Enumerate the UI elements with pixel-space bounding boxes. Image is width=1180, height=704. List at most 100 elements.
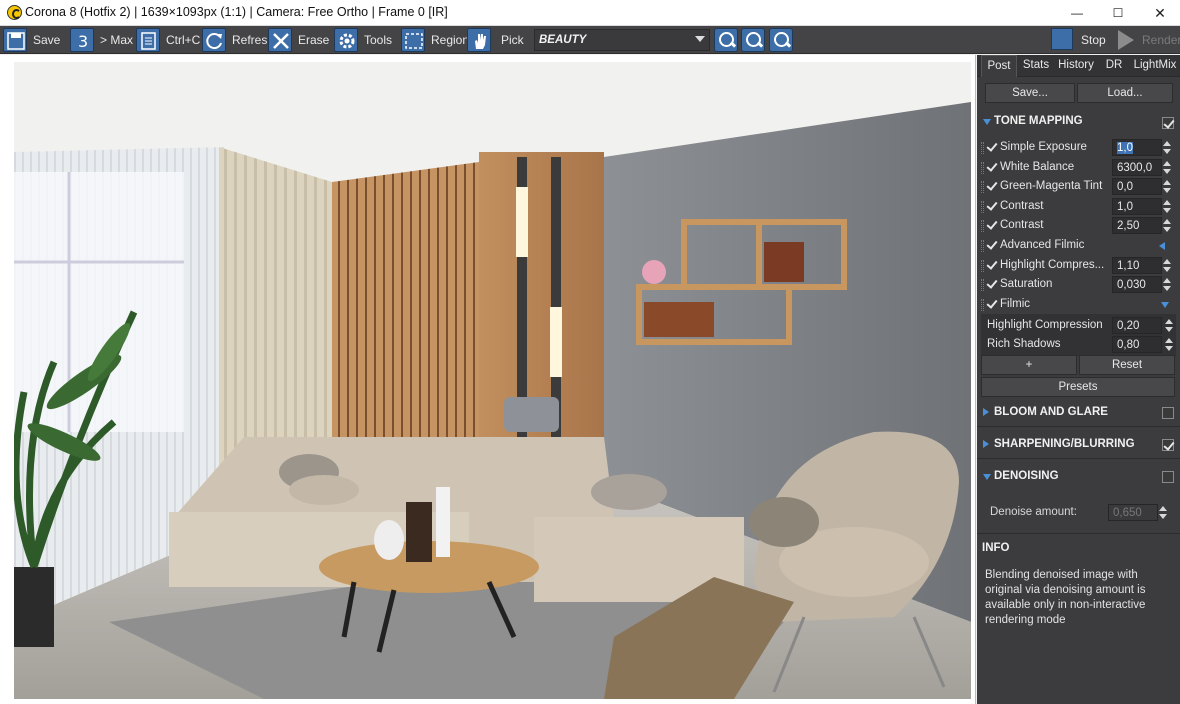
operator-value-input[interactable]: 0,0 [1112, 178, 1162, 195]
render-viewport[interactable] [0, 55, 976, 704]
tab-lightmix[interactable]: LightMix [1131, 55, 1179, 77]
operator-checkbox[interactable] [987, 240, 997, 250]
drag-handle-icon[interactable] [981, 299, 984, 311]
spinner-arrows-icon[interactable] [1162, 258, 1172, 274]
drag-handle-icon[interactable] [981, 162, 984, 174]
tab-dr[interactable]: DR [1097, 55, 1131, 77]
operator-value-input[interactable]: 0,030 [1112, 276, 1162, 293]
highlight-compression-input[interactable]: 0,20 [1112, 317, 1162, 334]
rich-shadows-row: Rich Shadows 0,80 [987, 336, 1177, 354]
save-button[interactable]: Save [3, 26, 60, 54]
render-button[interactable]: Render [1142, 26, 1180, 54]
load-settings-button[interactable]: Load... [1077, 83, 1173, 103]
filmic-settings: Highlight Compression 0,20 Rich Shadows … [981, 314, 1176, 356]
spinner-arrows-icon[interactable] [1158, 505, 1168, 521]
operator-label: Contrast [1000, 200, 1044, 212]
drag-handle-icon[interactable] [981, 279, 984, 291]
spinner-arrows-icon[interactable] [1162, 199, 1172, 215]
max-button[interactable]: 3 > Max [70, 26, 133, 54]
tone-mapping-row: Simple Exposure 1,0 [981, 139, 1176, 157]
spinner-arrows-icon[interactable] [1162, 179, 1172, 195]
zoom-in-icon[interactable] [714, 28, 738, 52]
operator-value-input[interactable]: 1,0 [1112, 198, 1162, 215]
operator-checkbox[interactable] [987, 142, 997, 152]
post-panel: Post Stats History DR LightMix Save... L… [977, 55, 1180, 704]
operator-checkbox[interactable] [987, 181, 997, 191]
drag-handle-icon[interactable] [981, 240, 984, 252]
operator-label: Advanced Filmic [1000, 239, 1085, 251]
bloom-glare-checkbox[interactable] [1162, 407, 1174, 419]
window-title: Corona 8 (Hotfix 2) | 1639×1093px (1:1) … [25, 5, 448, 19]
operator-checkbox[interactable] [987, 260, 997, 270]
drag-handle-icon[interactable] [981, 142, 984, 154]
expand-icon[interactable] [1159, 242, 1165, 250]
svg-text:3: 3 [78, 32, 88, 51]
tone-mapping-checkbox[interactable] [1162, 117, 1174, 129]
spinner-arrows-icon[interactable] [1164, 318, 1174, 334]
sharpening-header[interactable]: SHARPENING/BLURRING [981, 437, 1176, 455]
info-text: Blending denoised image with original vi… [985, 569, 1146, 626]
add-operator-button[interactable]: + [981, 355, 1077, 375]
tools-button[interactable]: Tools [334, 26, 392, 54]
operator-checkbox[interactable] [987, 279, 997, 289]
sharpening-checkbox[interactable] [1162, 439, 1174, 451]
minimize-button[interactable]: — [1054, 0, 1100, 26]
operator-label: White Balance [1000, 161, 1075, 173]
pick-button[interactable]: Pick [467, 26, 524, 54]
tab-stats[interactable]: Stats [1017, 55, 1055, 77]
operator-checkbox[interactable] [987, 162, 997, 172]
zoom-fit-icon[interactable] [769, 28, 793, 52]
collapse-icon[interactable] [1161, 302, 1169, 308]
expand-icon [983, 440, 989, 448]
copy-icon [136, 28, 160, 52]
operator-label: Green-Magenta Tint [1000, 180, 1103, 192]
hand-icon [467, 28, 491, 52]
max-3-icon: 3 [70, 28, 94, 52]
close-button[interactable]: ✕ [1137, 0, 1180, 26]
operator-checkbox[interactable] [987, 201, 997, 211]
stop-icon[interactable] [1051, 28, 1073, 50]
operator-checkbox[interactable] [987, 299, 997, 309]
channel-select[interactable]: BEAUTY [534, 29, 710, 51]
rich-shadows-input[interactable]: 0,80 [1112, 336, 1162, 353]
denoise-amount-row: Denoise amount: 0,650 [981, 504, 1176, 522]
save-settings-button[interactable]: Save... [985, 83, 1075, 103]
spinner-arrows-icon[interactable] [1162, 140, 1172, 156]
drag-handle-icon[interactable] [981, 181, 984, 193]
stop-button[interactable]: Stop [1081, 26, 1106, 54]
refresh-button[interactable]: Refresh [202, 26, 274, 54]
drag-handle-icon[interactable] [981, 201, 984, 213]
copy-button[interactable]: Ctrl+C [136, 26, 200, 54]
spinner-arrows-icon[interactable] [1164, 337, 1174, 353]
tab-history[interactable]: History [1055, 55, 1097, 77]
tone-mapping-row: Contrast 2,50 [981, 217, 1176, 235]
operator-value-input[interactable]: 1,0 [1112, 139, 1162, 156]
vfb-toolbar: Save 3 > Max Ctrl+C Refresh Erase Tools [0, 26, 1180, 54]
operator-label: Simple Exposure [1000, 141, 1087, 153]
operator-checkbox[interactable] [987, 220, 997, 230]
bloom-glare-header[interactable]: BLOOM AND GLARE [981, 405, 1176, 423]
operator-value-input[interactable]: 1,10 [1112, 257, 1162, 274]
reset-button[interactable]: Reset [1079, 355, 1175, 375]
tone-mapping-header[interactable]: TONE MAPPING [981, 114, 1176, 132]
spinner-arrows-icon[interactable] [1162, 218, 1172, 234]
operator-value-input[interactable]: 6300,0 [1112, 159, 1162, 176]
divider [977, 533, 1180, 534]
region-button[interactable]: Region [401, 26, 469, 54]
denoising-checkbox[interactable] [1162, 471, 1174, 483]
maximize-button[interactable]: ☐ [1095, 0, 1141, 26]
spinner-arrows-icon[interactable] [1162, 277, 1172, 293]
operator-value-input[interactable]: 2,50 [1112, 217, 1162, 234]
spinner-arrows-icon[interactable] [1162, 160, 1172, 176]
render-play-icon[interactable] [1118, 30, 1134, 50]
drag-handle-icon[interactable] [981, 220, 984, 232]
erase-button[interactable]: Erase [268, 26, 329, 54]
drag-handle-icon[interactable] [981, 260, 984, 272]
zoom-out-icon[interactable] [741, 28, 765, 52]
close-icon: ✕ [1154, 4, 1166, 21]
tone-mapping-row: Advanced Filmic [981, 237, 1176, 255]
denoise-amount-input[interactable]: 0,650 [1108, 504, 1158, 521]
presets-button[interactable]: Presets [981, 377, 1175, 397]
denoising-header[interactable]: DENOISING [981, 469, 1176, 487]
tab-post[interactable]: Post [981, 55, 1017, 77]
